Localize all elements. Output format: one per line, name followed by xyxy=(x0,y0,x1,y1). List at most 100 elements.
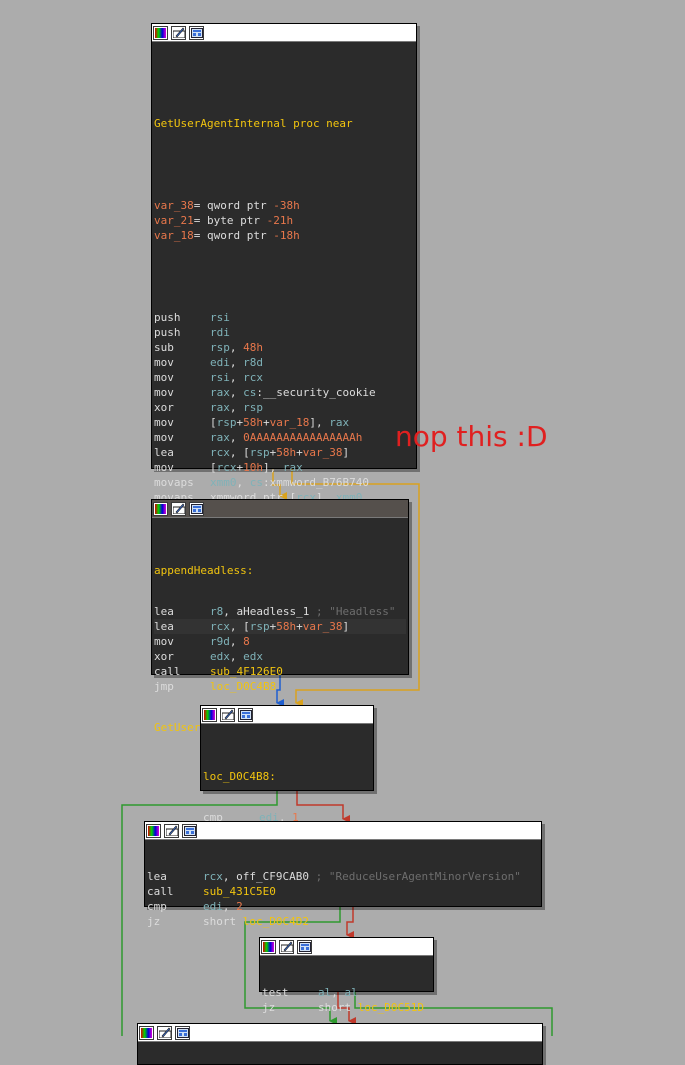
mnemonic: jmp xyxy=(154,680,174,693)
color-palette-icon[interactable] xyxy=(139,1025,154,1040)
operand: var_38 xyxy=(302,446,343,459)
operand: ; "Headless" xyxy=(315,605,396,618)
operand: , [ xyxy=(229,620,250,633)
instruction-line[interactable]: movaps xmm0, cs:xmmword_B76B740 xyxy=(154,475,402,490)
operand: rcx xyxy=(210,620,230,633)
graph-node-entry[interactable]: GetUserAgentInternal proc near var_38= q… xyxy=(151,23,417,594)
instruction-line[interactable]: call sub_4F126E0 xyxy=(154,664,406,679)
instruction-list: test al, al jz short loc_D0C51D xyxy=(262,985,424,1015)
code-reference[interactable]: sub_4F126E0 xyxy=(210,665,283,678)
rename-icon[interactable] xyxy=(171,25,186,40)
operand: + xyxy=(296,446,303,459)
var-def: = qword ptr xyxy=(193,199,274,212)
rename-icon[interactable] xyxy=(157,1025,172,1040)
operand: rcx xyxy=(243,371,263,384)
instruction-line[interactable]: lea rcx, [rsp+58h+var_38] xyxy=(154,619,406,634)
operand: 58h xyxy=(276,446,297,459)
operand: :xmmword_B76B740 xyxy=(263,476,369,489)
operand: rax xyxy=(210,401,230,414)
instruction-line[interactable]: mov rax, cs:__security_cookie xyxy=(154,385,402,400)
instruction-line[interactable]: jmp loc_D0C4B8 xyxy=(154,679,406,694)
instruction-line[interactable]: test al, al xyxy=(262,985,424,1000)
rename-icon[interactable] xyxy=(220,707,235,722)
mnemonic: lea xyxy=(154,620,174,633)
var-def: = byte ptr xyxy=(193,214,267,227)
operand: [ xyxy=(210,416,217,429)
graph-overview-icon[interactable] xyxy=(189,501,204,516)
operand: , xyxy=(236,476,250,489)
instruction-line[interactable]: xor edx, edx xyxy=(154,649,406,664)
node-titlebar xyxy=(138,1024,542,1042)
operand: + xyxy=(263,416,270,429)
mnemonic: mov xyxy=(154,635,174,648)
instruction-line[interactable]: mov rsi, rcx xyxy=(154,370,402,385)
var-name[interactable]: var_18 xyxy=(154,229,194,242)
code-reference[interactable]: loc_D0C4D2 xyxy=(243,915,309,928)
graph-node-block6[interactable] xyxy=(137,1023,543,1065)
graph-node-block5[interactable]: test al, al jz short loc_D0C51D xyxy=(259,937,434,1014)
operand: al xyxy=(344,986,358,999)
operand: rcx xyxy=(216,461,237,474)
graph-overview-icon[interactable] xyxy=(182,823,197,838)
rename-icon[interactable] xyxy=(164,823,179,838)
operand: rcx xyxy=(210,446,230,459)
color-palette-icon[interactable] xyxy=(202,707,217,722)
mnemonic: mov xyxy=(154,386,174,399)
rename-icon[interactable] xyxy=(279,939,294,954)
operand: , xyxy=(229,356,244,369)
block-label[interactable]: appendHeadless: xyxy=(154,564,253,577)
operand: , off_CF9CAB0 xyxy=(222,870,316,883)
var-name[interactable]: var_21 xyxy=(154,214,194,227)
graph-overview-icon[interactable] xyxy=(189,25,204,40)
instruction-line[interactable]: xor rax, rsp xyxy=(154,400,402,415)
instruction-line[interactable]: lea rcx, off_CF9CAB0 ; "ReduceUserAgentMi… xyxy=(147,869,521,884)
graph-overview-icon[interactable] xyxy=(175,1025,190,1040)
instruction-line[interactable]: lea rcx, [rsp+58h+var_38] xyxy=(154,445,402,460)
instruction-line[interactable]: sub rsp, 48h xyxy=(154,340,402,355)
block-label[interactable]: loc_D0C4B8: xyxy=(203,770,276,783)
operand: var_38 xyxy=(302,620,343,633)
var-name[interactable]: var_38 xyxy=(154,199,194,212)
code-reference[interactable]: loc_D0C4B8 xyxy=(210,680,276,693)
operand: rsp xyxy=(249,620,270,633)
instruction-line[interactable]: jz short loc_D0C51D xyxy=(262,1000,424,1015)
color-palette-icon[interactable] xyxy=(153,25,168,40)
operand: r9d xyxy=(210,635,230,648)
graph-node-loc-D0C4B8[interactable]: loc_D0C4B8: cmpedi, 1jzshort loc_D0C51D xyxy=(200,705,374,839)
instruction-line[interactable]: call sub_431C5E0 xyxy=(147,884,521,899)
graph-overview-icon[interactable] xyxy=(238,707,253,722)
color-palette-icon[interactable] xyxy=(146,823,161,838)
operand: 58h xyxy=(276,620,297,633)
code-reference[interactable]: sub_431C5E0 xyxy=(203,885,276,898)
instruction-line[interactable]: cmp edi, 2 xyxy=(147,899,521,914)
mnemonic: mov xyxy=(154,371,174,384)
instruction-line[interactable]: push rsi xyxy=(154,310,402,325)
rename-icon[interactable] xyxy=(171,501,186,516)
graph-node-block4[interactable]: lea rcx, off_CF9CAB0 ; "ReduceUserAgentMi… xyxy=(144,821,542,928)
graph-node-appendHeadless[interactable]: appendHeadless: lea r8, aHeadless_1 ; "He… xyxy=(151,499,409,734)
mnemonic: cmp xyxy=(147,900,167,913)
instruction-list: lea r8, aHeadless_1 ; "Headless" lea rcx, [… xyxy=(154,604,406,694)
mnemonic: mov xyxy=(154,416,174,429)
instruction-line[interactable]: lea r8, aHeadless_1 ; "Headless" xyxy=(154,604,406,619)
instruction-line[interactable]: jz short loc_D0C4D2 xyxy=(147,914,521,929)
color-palette-icon[interactable] xyxy=(153,501,168,516)
instruction-line[interactable]: mov edi, r8d xyxy=(154,355,402,370)
operand: 8 xyxy=(243,635,250,648)
operand: 0AAAAAAAAAAAAAAAAh xyxy=(243,431,363,444)
operand: rax xyxy=(329,416,350,429)
instruction-line[interactable]: mov [rcx+10h], rax xyxy=(154,460,402,475)
instruction-line[interactable]: mov r9d, 8 xyxy=(154,634,406,649)
operand: rsp xyxy=(243,401,263,414)
graph-overview-icon[interactable] xyxy=(297,939,312,954)
mnemonic: test xyxy=(262,986,289,999)
instruction-line[interactable]: mov [rsp+58h+var_18], rax xyxy=(154,415,402,430)
code-reference[interactable]: loc_D0C51D xyxy=(358,1001,424,1014)
mnemonic: mov xyxy=(154,461,174,474)
color-palette-icon[interactable] xyxy=(261,939,276,954)
var-offset: -21h xyxy=(266,214,294,227)
instruction-line[interactable]: push rdi xyxy=(154,325,402,340)
mnemonic: push xyxy=(154,326,181,339)
instruction-line[interactable]: mov rax, 0AAAAAAAAAAAAAAAAh xyxy=(154,430,402,445)
operand: edi xyxy=(203,900,223,913)
